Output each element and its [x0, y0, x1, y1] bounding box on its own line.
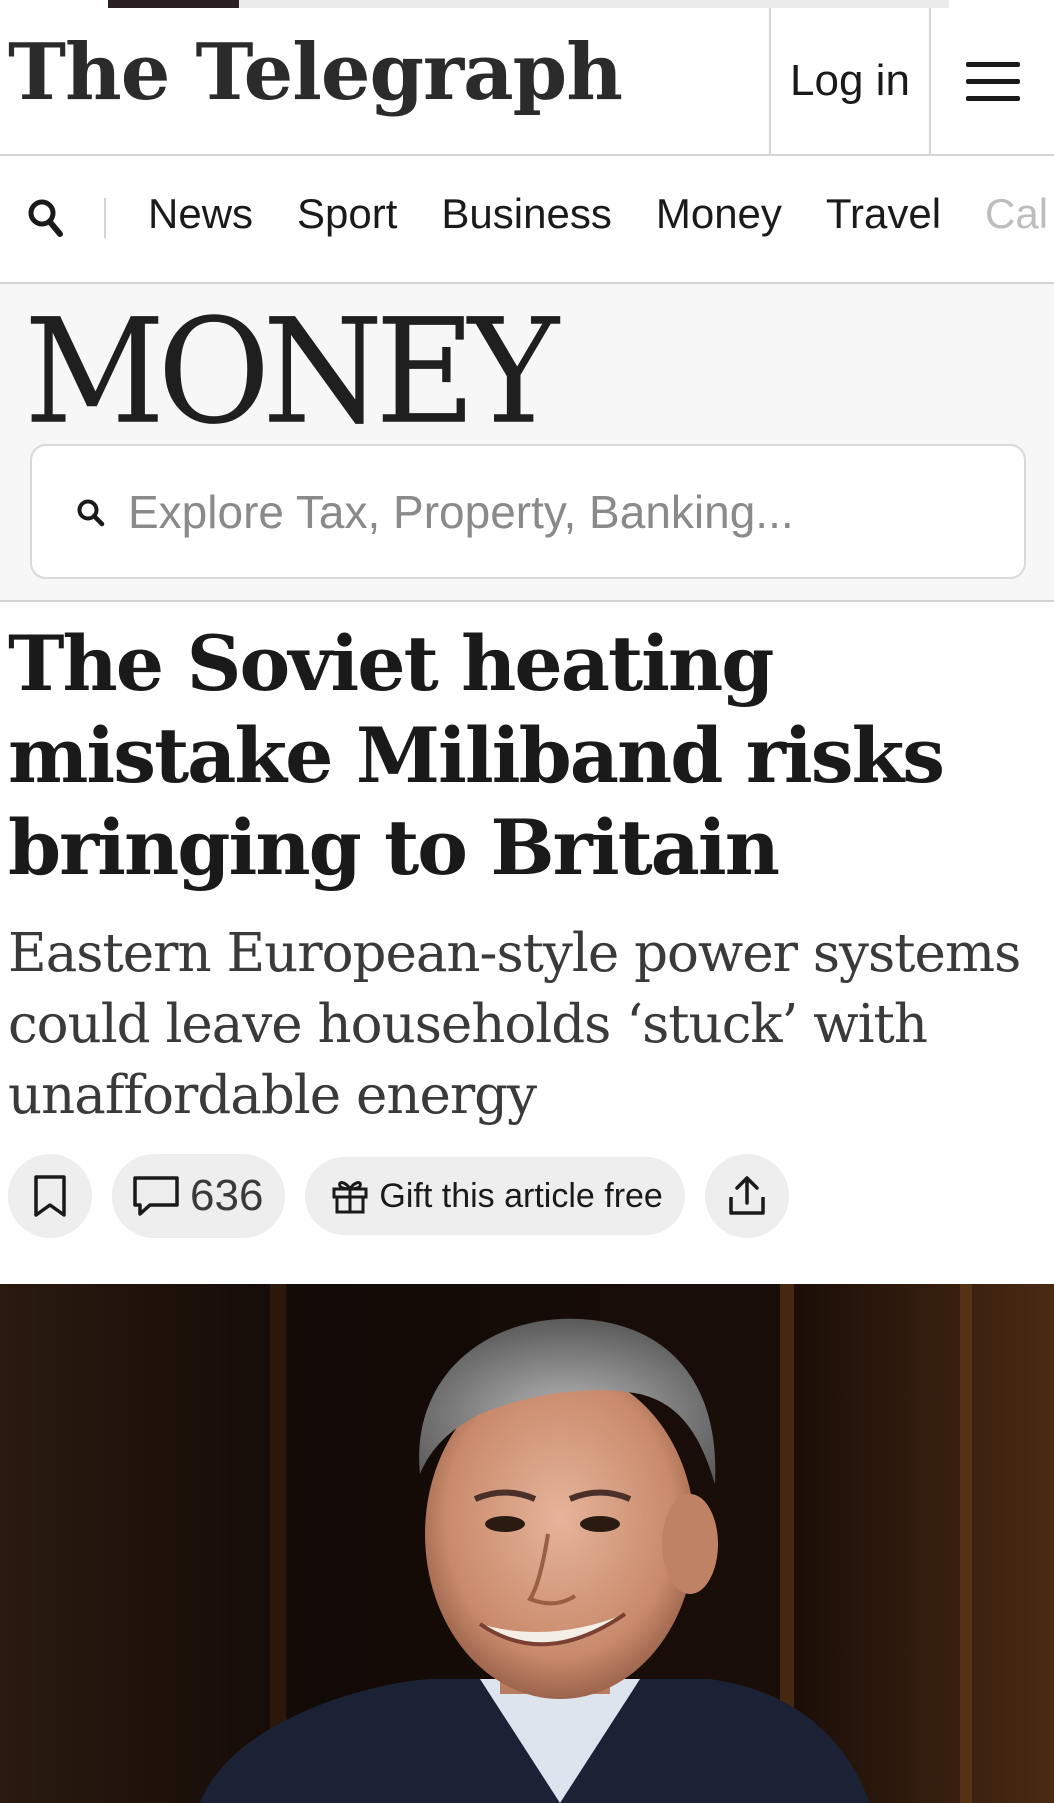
- nav-divider: [104, 198, 106, 238]
- ad-strip: [0, 0, 1054, 8]
- nav-item-business[interactable]: Business: [441, 190, 611, 238]
- gift-article-button[interactable]: Gift this article free: [305, 1157, 685, 1235]
- hamburger-menu-icon[interactable]: [931, 8, 1054, 154]
- primary-nav: News Sport Business Money Travel Cal: [0, 156, 1054, 284]
- nav-item-travel[interactable]: Travel: [826, 190, 941, 238]
- share-icon: [729, 1176, 765, 1215]
- bookmark-icon: [34, 1175, 66, 1217]
- article-standfirst: Eastern European-style power systems cou…: [8, 923, 1021, 1126]
- telegraph-logo[interactable]: The Telegraph: [8, 34, 623, 112]
- nav-item-money[interactable]: Money: [656, 190, 782, 238]
- ad-strip-image: [108, 0, 239, 8]
- nav-item-culture[interactable]: Cal: [985, 190, 1048, 238]
- money-search-input[interactable]: [128, 476, 988, 548]
- comment-icon: [133, 1176, 179, 1216]
- search-icon: [77, 499, 105, 527]
- portrait-photo: [0, 1284, 1054, 1803]
- section-title: MONEY: [24, 287, 559, 457]
- masthead: The Telegraph Log in: [0, 8, 1054, 156]
- hero-image: [0, 1284, 1054, 1803]
- nav-item-sport[interactable]: Sport: [297, 190, 397, 238]
- bookmark-button[interactable]: [8, 1154, 92, 1238]
- money-search-box[interactable]: [30, 444, 1026, 579]
- article-headline: The Soviet heating mistake Miliband risk…: [8, 619, 945, 892]
- nav-item-news[interactable]: News: [148, 190, 253, 238]
- gift-article-label: Gift this article free: [379, 1176, 663, 1215]
- comments-button[interactable]: 636: [112, 1154, 286, 1238]
- login-button[interactable]: Log in: [769, 8, 931, 154]
- gift-icon: [332, 1181, 368, 1214]
- money-section-header: MONEY: [0, 284, 1054, 602]
- search-icon[interactable]: [26, 196, 66, 240]
- share-button[interactable]: [704, 1154, 789, 1238]
- ad-strip-banner: [239, 0, 949, 8]
- article-actions: 636 Gift this article free: [8, 1154, 789, 1238]
- comment-count: 636: [190, 1171, 264, 1220]
